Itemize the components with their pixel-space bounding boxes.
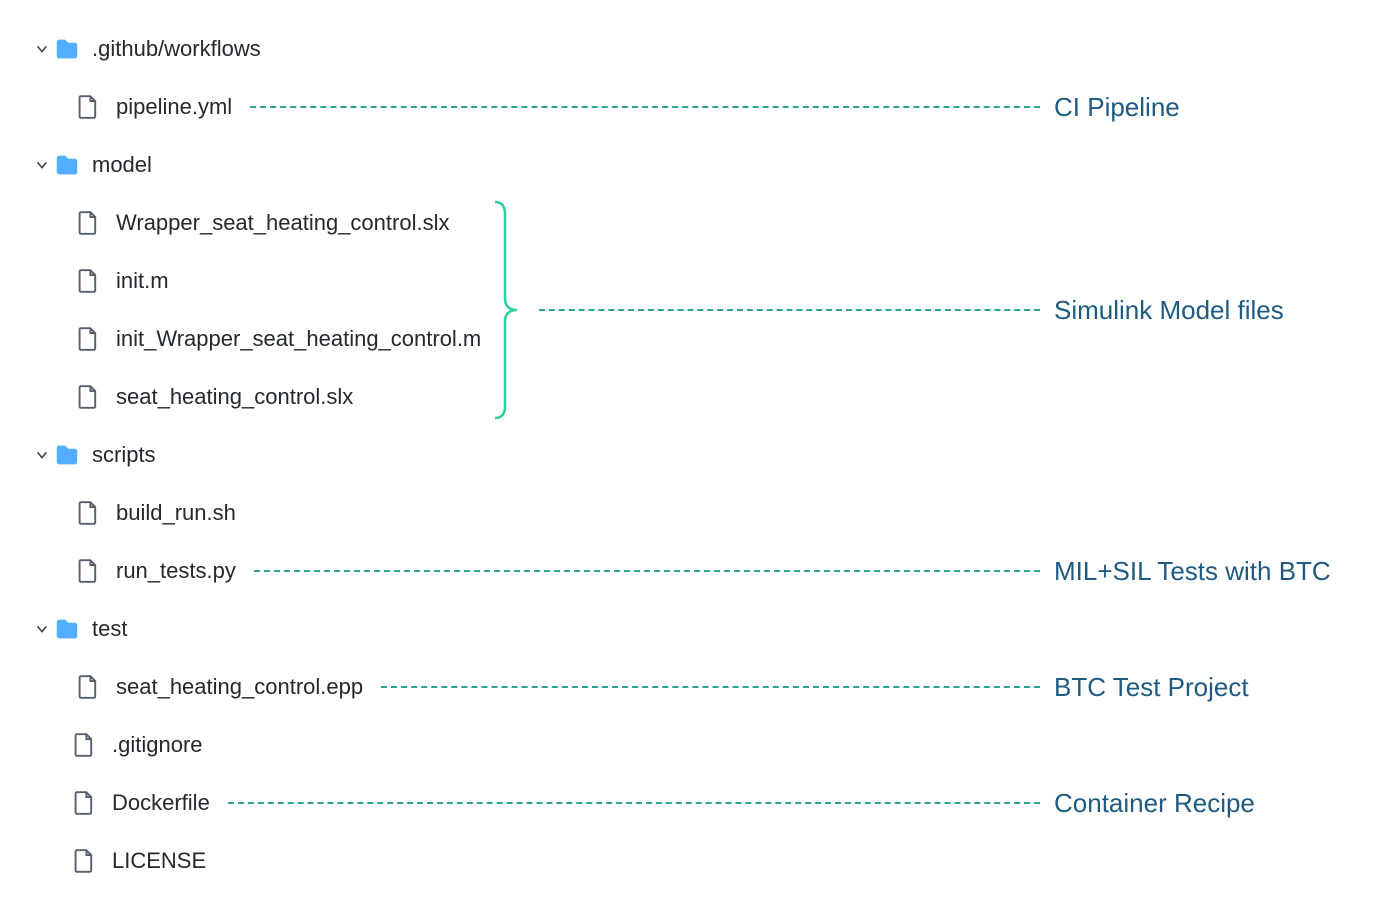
file-name: pipeline.yml [116,94,232,120]
folder-icon [54,618,82,640]
file-icon [78,95,106,119]
folder-row-model[interactable]: model [30,136,1354,194]
file-row-seat-epp[interactable]: seat_heating_control.epp BTC Test Projec… [30,658,1354,716]
file-row-pipeline-yml[interactable]: pipeline.yml CI Pipeline [30,78,1354,136]
folder-row-github-workflows[interactable]: .github/workflows [30,20,1354,78]
chevron-down-icon [30,622,54,636]
folder-icon [54,38,82,60]
folder-icon [54,444,82,466]
chevron-down-icon [30,448,54,462]
file-icon [74,849,102,873]
file-icon [78,675,106,699]
folder-name: .github/workflows [92,36,261,62]
file-icon [78,501,106,525]
bracket-icon [491,194,521,426]
file-row-build-run-sh[interactable]: build_run.sh [30,484,1354,542]
file-name: run_tests.py [116,558,236,584]
annotation-mil-sil-tests: MIL+SIL Tests with BTC [1054,556,1354,587]
file-icon [74,733,102,757]
folder-name: model [92,152,152,178]
folder-icon [54,154,82,176]
connector-line [228,802,1040,804]
file-icon [78,269,106,293]
file-row-wrapper-slx[interactable]: Wrapper_seat_heating_control.slx [30,194,481,252]
file-row-dockerfile[interactable]: Dockerfile Container Recipe [30,774,1354,832]
file-name: LICENSE [112,848,206,874]
folder-row-scripts[interactable]: scripts [30,426,1354,484]
file-icon [78,327,106,351]
connector-line [539,309,1040,311]
file-icon [78,559,106,583]
file-row-license[interactable]: LICENSE [30,832,1354,890]
connector-line [381,686,1040,688]
annotation-btc-test-project: BTC Test Project [1054,672,1354,703]
folder-name: test [92,616,127,642]
chevron-down-icon [30,158,54,172]
file-row-run-tests-py[interactable]: run_tests.py MIL+SIL Tests with BTC [30,542,1354,600]
file-name: .gitignore [112,732,203,758]
file-row-init-m[interactable]: init.m [30,252,481,310]
file-icon [74,791,102,815]
annotation-container-recipe: Container Recipe [1054,788,1354,819]
folder-name: scripts [92,442,156,468]
model-files-group: Wrapper_seat_heating_control.slx init.m … [30,194,1354,426]
file-name: build_run.sh [116,500,236,526]
file-icon [78,385,106,409]
folder-row-test[interactable]: test [30,600,1354,658]
file-name: init.m [116,268,169,294]
annotation-ci-pipeline: CI Pipeline [1054,92,1354,123]
file-name: seat_heating_control.epp [116,674,363,700]
file-icon [78,211,106,235]
file-row-gitignore[interactable]: .gitignore [30,716,1354,774]
file-row-init-wrapper-m[interactable]: init_Wrapper_seat_heating_control.m [30,310,481,368]
file-row-seat-slx[interactable]: seat_heating_control.slx [30,368,481,426]
file-name: Wrapper_seat_heating_control.slx [116,210,449,236]
annotation-simulink-model: Simulink Model files [1054,295,1354,326]
file-name: seat_heating_control.slx [116,384,353,410]
file-name: init_Wrapper_seat_heating_control.m [116,326,481,352]
chevron-down-icon [30,42,54,56]
connector-line [254,570,1040,572]
connector-line [250,106,1040,108]
file-name: Dockerfile [112,790,210,816]
file-tree: .github/workflows pipeline.yml CI Pipeli… [30,20,1354,890]
